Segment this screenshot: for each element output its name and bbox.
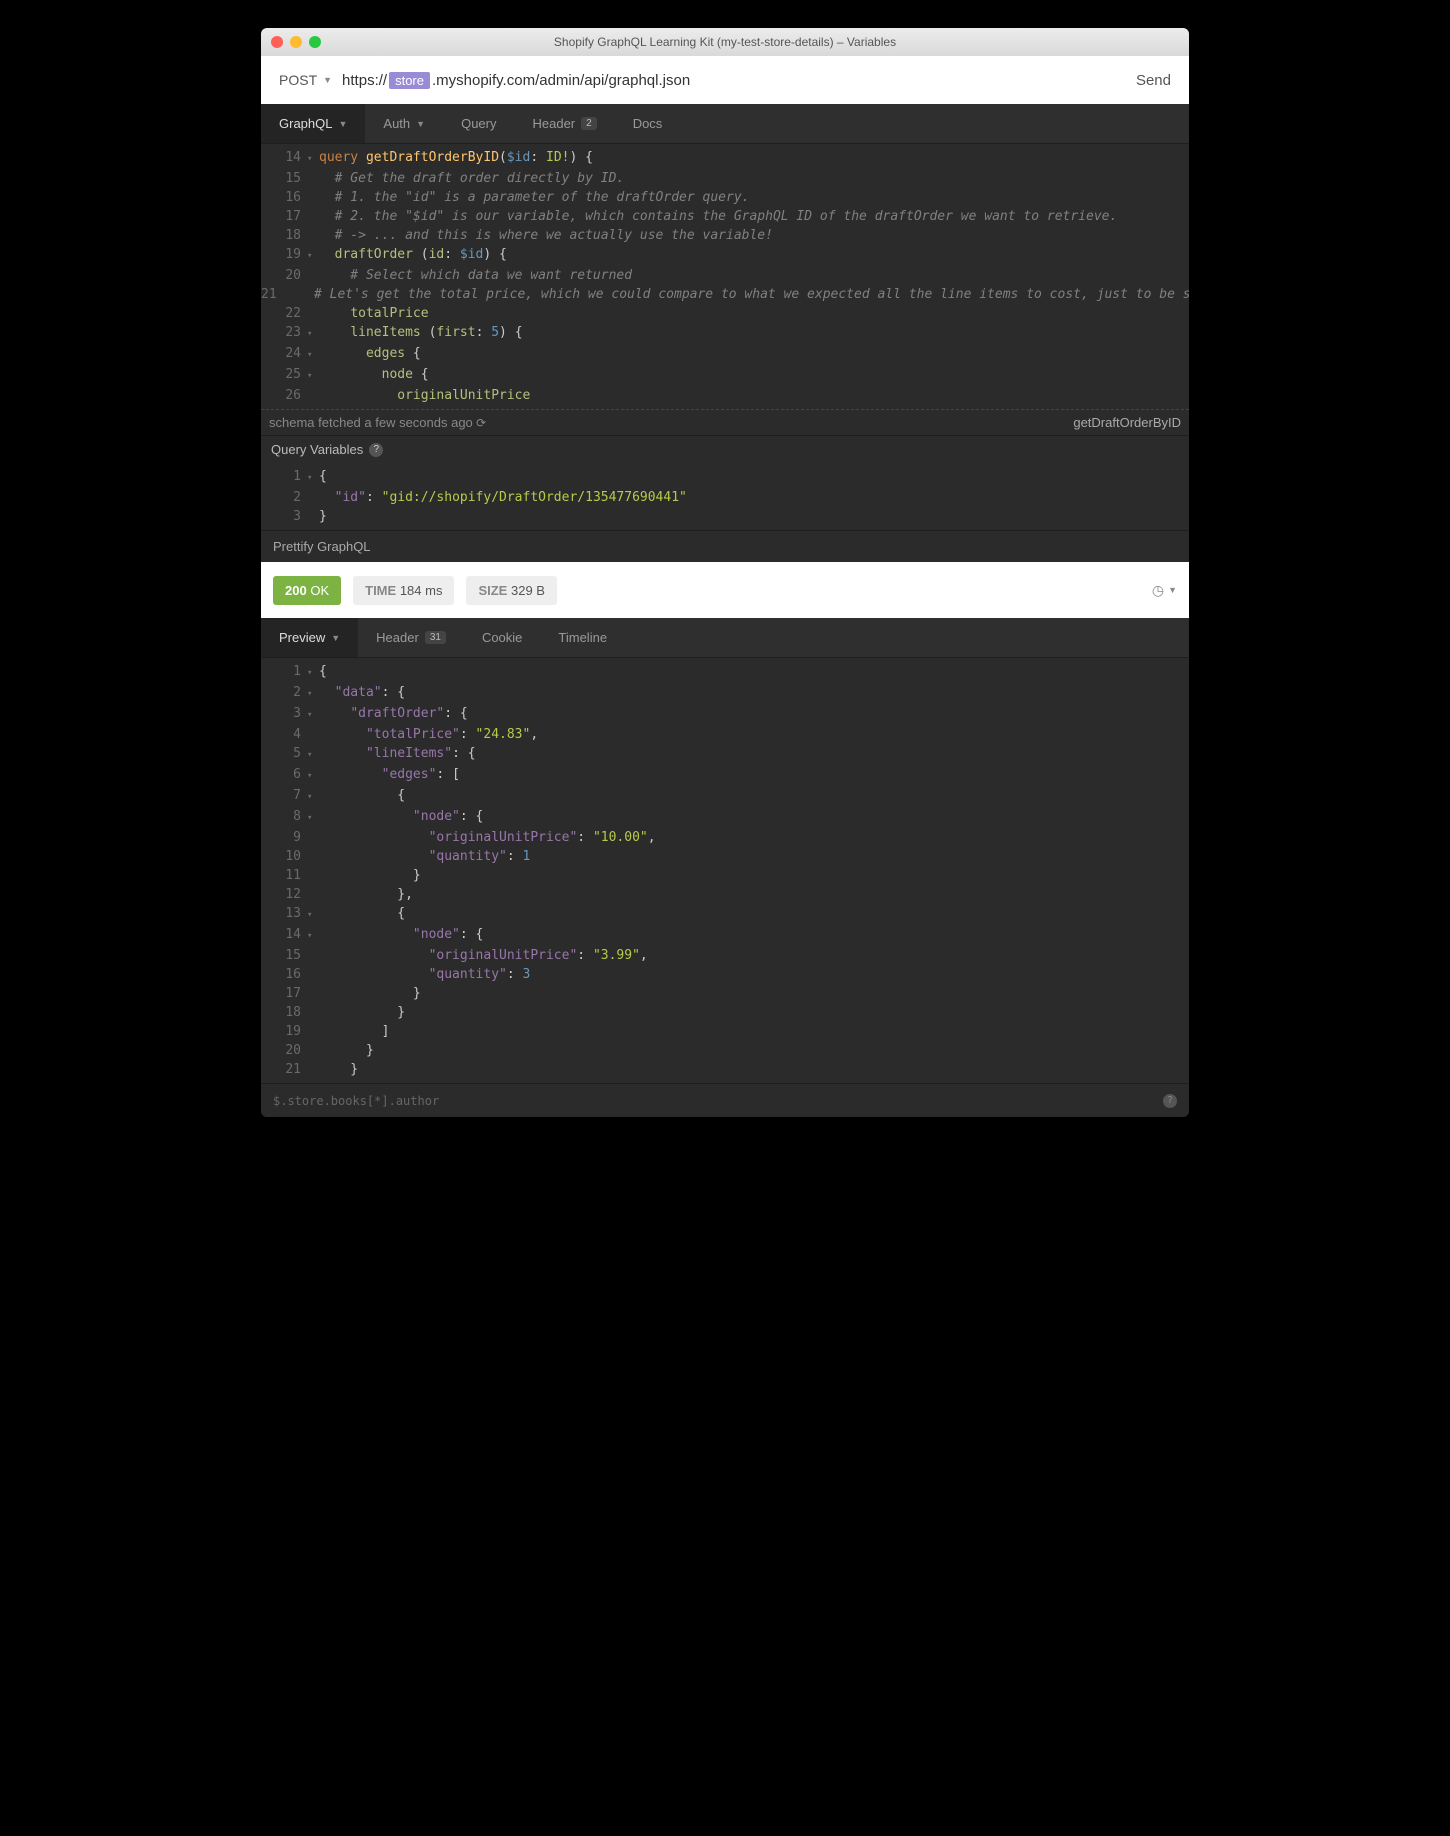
chevron-down-icon: ▼: [331, 633, 340, 643]
operation-name: getDraftOrderByID: [1073, 415, 1181, 430]
header-count-badge: 2: [581, 117, 597, 130]
header-count-badge: 31: [425, 631, 446, 644]
size-badge: SIZE 329 B: [466, 576, 557, 605]
tab-docs[interactable]: Docs: [615, 104, 681, 143]
schema-status: schema fetched a few seconds ago ⟳ getDr…: [261, 409, 1189, 435]
chevron-down-icon: ▼: [416, 119, 425, 129]
url-input[interactable]: https:// store .myshopify.com/admin/api/…: [342, 72, 1126, 89]
tab-query[interactable]: Query: [443, 104, 514, 143]
window-title: Shopify GraphQL Learning Kit (my-test-st…: [261, 35, 1189, 49]
variables-editor[interactable]: 1▾{2 "id": "gid://shopify/DraftOrder/135…: [261, 463, 1189, 530]
refresh-icon[interactable]: ⟳: [473, 416, 486, 430]
titlebar: Shopify GraphQL Learning Kit (my-test-st…: [261, 28, 1189, 56]
tab-cookie[interactable]: Cookie: [464, 618, 540, 657]
history-button[interactable]: ◷ ▼: [1152, 582, 1177, 599]
query-editor[interactable]: 14▾query getDraftOrderByID($id: ID!) {15…: [261, 144, 1189, 409]
app-window: Shopify GraphQL Learning Kit (my-test-st…: [261, 28, 1189, 1117]
variables-header[interactable]: Query Variables ?: [261, 435, 1189, 463]
url-bar: POST ▼ https:// store .myshopify.com/adm…: [261, 56, 1189, 104]
send-button[interactable]: Send: [1136, 72, 1171, 89]
clock-icon: ◷: [1152, 582, 1164, 599]
tab-header[interactable]: Header 2: [514, 104, 614, 143]
help-icon[interactable]: ?: [1163, 1094, 1177, 1108]
jsonpath-input[interactable]: $.store.books[*].author ?: [261, 1083, 1189, 1117]
method-select[interactable]: POST ▼: [279, 72, 332, 88]
status-code-badge: 200 OK: [273, 576, 341, 605]
time-badge: TIME 184 ms: [353, 576, 454, 605]
url-variable-tag[interactable]: store: [389, 72, 430, 89]
chevron-down-icon: ▼: [1168, 585, 1177, 595]
request-tabs: GraphQL ▼ Auth ▼ Query Header 2 Docs: [261, 104, 1189, 144]
method-label: POST: [279, 72, 317, 88]
response-editor[interactable]: 1▾{2▾ "data": {3▾ "draftOrder": {4 "tota…: [261, 658, 1189, 1083]
tab-auth[interactable]: Auth ▼: [365, 104, 443, 143]
chevron-down-icon: ▼: [338, 119, 347, 129]
response-status-bar: 200 OK TIME 184 ms SIZE 329 B ◷ ▼: [261, 562, 1189, 618]
prettify-button[interactable]: Prettify GraphQL: [261, 530, 1189, 562]
chevron-down-icon: ▼: [323, 75, 332, 85]
tab-graphql[interactable]: GraphQL ▼: [261, 104, 365, 143]
help-icon[interactable]: ?: [369, 443, 383, 457]
tab-preview[interactable]: Preview ▼: [261, 618, 358, 657]
tab-timeline[interactable]: Timeline: [540, 618, 625, 657]
response-tabs: Preview ▼ Header 31 Cookie Timeline: [261, 618, 1189, 658]
tab-resp-header[interactable]: Header 31: [358, 618, 464, 657]
